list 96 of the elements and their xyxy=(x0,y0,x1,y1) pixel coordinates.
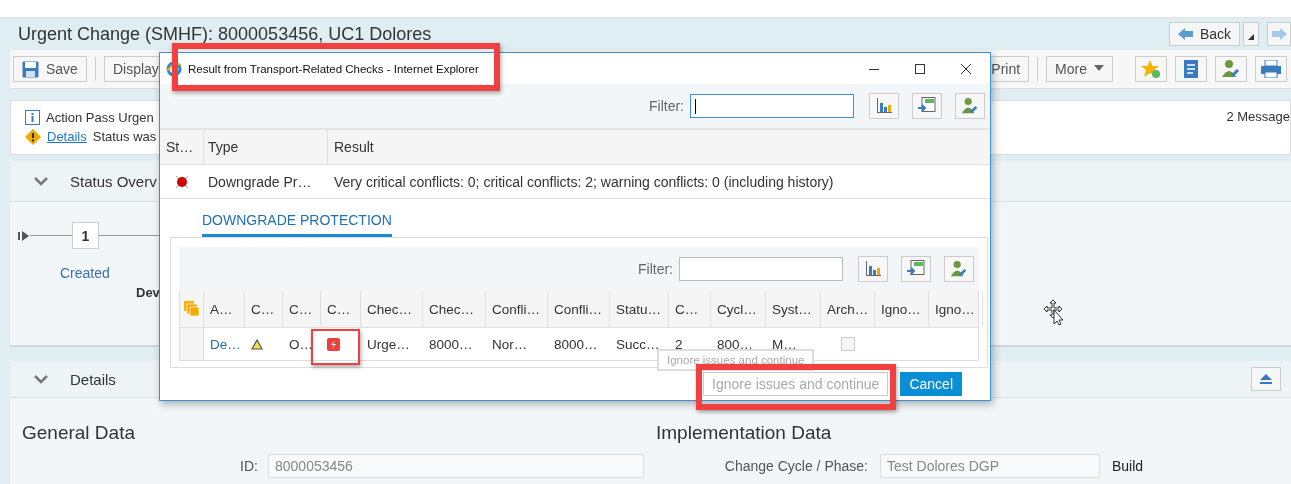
step-number[interactable]: 1 xyxy=(72,222,99,249)
column-header[interactable]: Statu… xyxy=(610,291,669,327)
dialog-title: Result from Transport-Related Checks - Internet Explorer xyxy=(188,62,479,75)
step-label: Created xyxy=(60,265,110,281)
column-header[interactable]: Syst… xyxy=(766,291,821,327)
table-cell: Succ… xyxy=(616,336,660,352)
column-header[interactable]: C… xyxy=(321,291,361,327)
table-link[interactable]: De… xyxy=(210,336,241,352)
section-title: General Data xyxy=(22,422,136,444)
chart-button[interactable] xyxy=(869,93,899,119)
phase-label: Dev xyxy=(136,285,160,300)
table-cell-text: Downgrade Pr… xyxy=(207,172,313,192)
message-count: 2 Message xyxy=(1226,109,1290,124)
chart-button[interactable] xyxy=(858,256,888,282)
section-title: Status Overv xyxy=(70,172,157,190)
filter-label: Filter: xyxy=(638,261,673,277)
caret-icon xyxy=(1248,34,1254,40)
back-menu-button[interactable] xyxy=(1243,22,1259,46)
table-cell: 2 xyxy=(675,336,683,352)
column-header[interactable]: A… xyxy=(204,291,245,327)
column-header[interactable]: Chec… xyxy=(361,291,423,327)
table-cell: Nor… xyxy=(492,336,528,352)
field-label: Change Cycle / Phase: xyxy=(723,458,869,474)
spreadsheet-icon xyxy=(907,260,925,278)
settings-button[interactable] xyxy=(955,93,985,119)
collapse-button[interactable] xyxy=(1251,367,1281,391)
highlight-frame xyxy=(311,329,360,365)
spreadsheet-icon xyxy=(918,97,936,115)
filter-field[interactable] xyxy=(679,257,843,281)
table-cell: 8000… xyxy=(429,336,473,352)
chart-icon xyxy=(876,98,892,114)
phase-text: Build xyxy=(1112,458,1144,474)
save-button[interactable]: Save xyxy=(13,56,87,82)
user-wrench-icon xyxy=(961,97,979,115)
message-text: Action Pass Urgen xyxy=(46,110,154,125)
close-icon[interactable] xyxy=(960,62,972,75)
caret-icon xyxy=(1094,65,1104,73)
warning-icon xyxy=(25,128,41,145)
table-cell: O… xyxy=(289,336,313,352)
column-header[interactable]: Chec… xyxy=(423,291,486,327)
forward-arrow-icon xyxy=(1271,28,1287,40)
user-wrench-icon xyxy=(950,260,968,278)
tab[interactable]: DOWNGRADE PROTECTION xyxy=(202,212,392,237)
notes-button[interactable] xyxy=(1175,56,1207,82)
column-header[interactable]: Igno… xyxy=(875,291,929,327)
column-header[interactable]: Confli… xyxy=(486,291,548,327)
favorite-button[interactable] xyxy=(1135,56,1167,82)
maximize-icon[interactable] xyxy=(914,62,926,75)
filter-label: Filter: xyxy=(649,98,684,114)
filter-field[interactable] xyxy=(690,94,854,118)
export-button[interactable] xyxy=(912,93,942,119)
star-add-icon xyxy=(1141,59,1161,79)
column-header[interactable]: C… xyxy=(283,291,321,327)
column-header[interactable]: Type xyxy=(204,130,328,164)
critical-icon xyxy=(327,337,340,351)
printer-icon xyxy=(1261,60,1281,78)
export-button[interactable] xyxy=(901,256,931,282)
settings-button[interactable] xyxy=(944,256,974,282)
move-cursor-icon xyxy=(1044,300,1064,326)
chevron-icon[interactable] xyxy=(34,374,48,384)
chart-icon xyxy=(865,261,881,277)
column-header[interactable]: C… xyxy=(669,291,711,327)
column-header[interactable]: Confli… xyxy=(548,291,610,327)
table-cell: 800… xyxy=(717,336,754,352)
column-header[interactable]: Cycl… xyxy=(711,291,766,327)
column-header[interactable]: Igno… xyxy=(929,291,983,327)
info-icon xyxy=(25,110,40,125)
checkbox[interactable] xyxy=(841,337,855,351)
column-header[interactable]: Result xyxy=(328,130,990,164)
chevron-icon[interactable] xyxy=(34,176,48,186)
start-icon xyxy=(18,230,30,241)
table-cell: 8000… xyxy=(554,336,598,352)
page-title: Urgent Change (SMHF): 8000053456, UC1 Dolores xyxy=(18,23,432,45)
warning-icon xyxy=(251,338,263,350)
back-button[interactable]: Back xyxy=(1168,22,1240,46)
table-cell: M… xyxy=(772,336,797,352)
section-title: Details xyxy=(70,370,116,388)
table-cell: Urge… xyxy=(367,336,410,352)
eject-icon xyxy=(1260,374,1272,384)
message-text: Status was xyxy=(92,129,157,144)
save-icon xyxy=(22,60,39,78)
details-link[interactable]: Details xyxy=(47,129,87,144)
column-header[interactable]: Arch… xyxy=(821,291,875,327)
column-header[interactable]: C… xyxy=(245,291,283,327)
field-label: ID: xyxy=(239,458,259,474)
browser-icon xyxy=(166,60,182,77)
user-settings-button[interactable] xyxy=(1215,56,1247,82)
section-title: Implementation Data xyxy=(656,422,833,444)
table-cell-text: Very critical conflicts: 0; critical conflicts: 2; warning conflicts: 0 (including history) xyxy=(333,172,835,192)
print-button[interactable] xyxy=(1255,56,1287,82)
notes-icon xyxy=(1183,59,1199,79)
user-wrench-icon xyxy=(1221,59,1241,79)
back-arrow-icon xyxy=(1177,28,1194,40)
toolbar-button[interactable]: More xyxy=(1046,56,1113,82)
cancel-button[interactable]: Cancel xyxy=(900,372,962,396)
column-header[interactable]: St… xyxy=(160,130,204,164)
